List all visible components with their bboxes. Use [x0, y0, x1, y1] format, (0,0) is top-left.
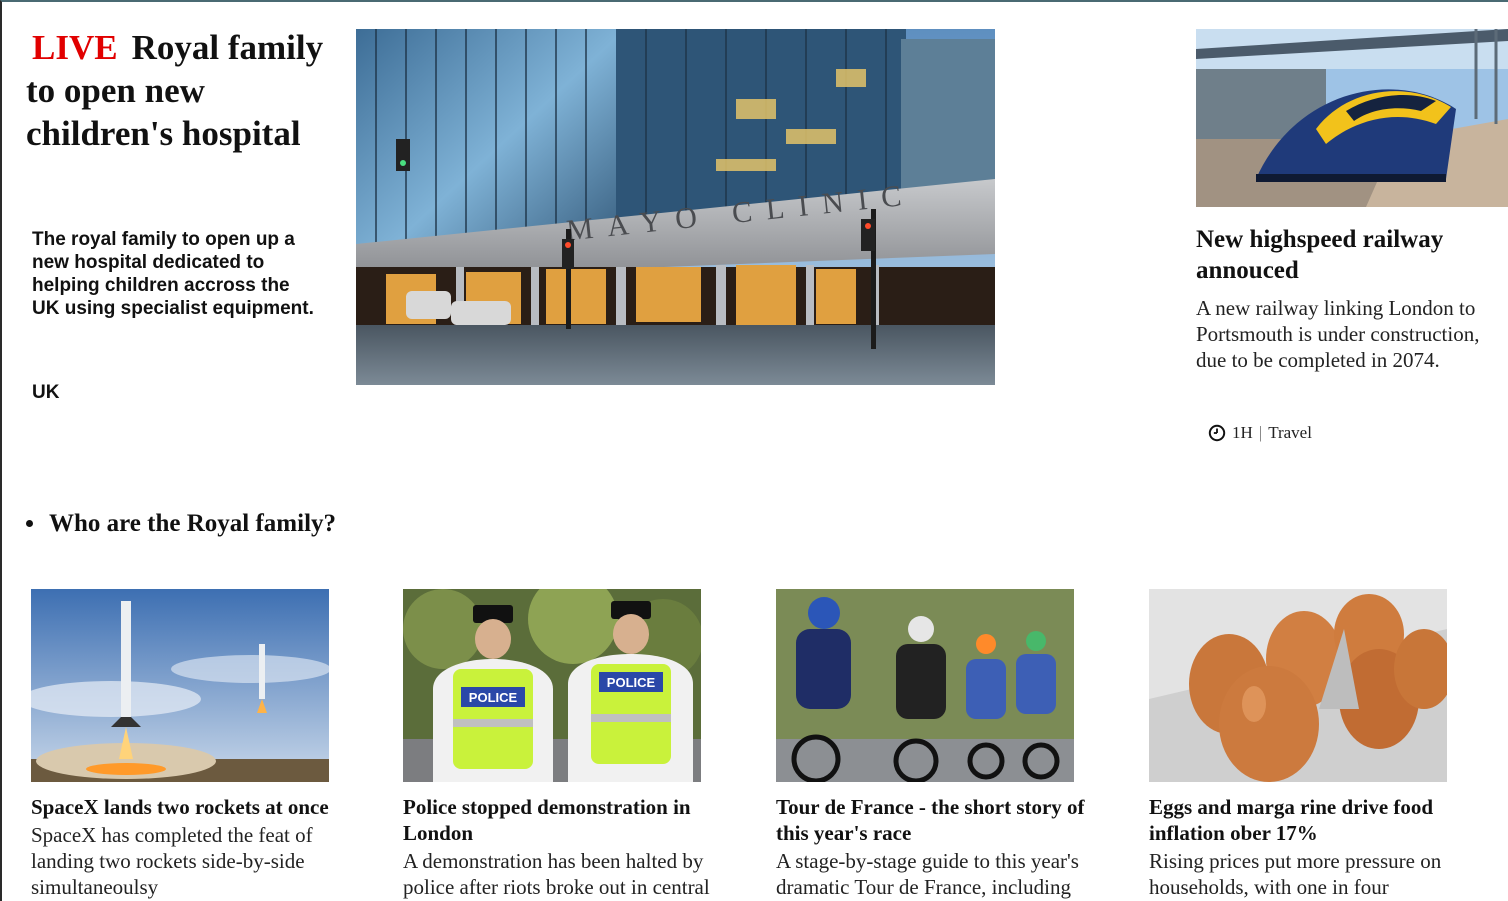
spacex-description: SpaceX has completed the feat of landing… — [31, 823, 313, 899]
police-image[interactable]: POLICE POLICE — [403, 589, 701, 782]
railway-meta: 1H | Travel — [1208, 423, 1312, 443]
news-card-police[interactable]: POLICE POLICE Police stopped demonstrati… — [403, 589, 733, 900]
lead-headline[interactable]: LIVE Royal family to open new children's … — [26, 26, 346, 155]
lead-title-part1: Royal family — [131, 28, 324, 67]
eggs-description: Rising prices put more pressure on house… — [1149, 849, 1442, 899]
related-link-royal-family[interactable]: Who are the Royal family? — [47, 510, 336, 538]
eggs-headline[interactable]: Eggs and marga rine drive food inflation… — [1149, 794, 1479, 846]
lead-summary: The royal family to open up a new hospit… — [32, 229, 314, 319]
railway-headline[interactable]: New highspeed railway annouced — [1196, 224, 1496, 286]
news-card-tour-de-france[interactable]: Tour de France - the short story of this… — [776, 589, 1106, 900]
lead-title-part2: to open new children's hospital — [26, 71, 301, 153]
live-badge: LIVE — [32, 28, 118, 67]
railway-description: A new railway linking London to Portsmou… — [1196, 296, 1480, 372]
news-card-spacex[interactable]: SpaceX lands two rockets at once SpaceX … — [31, 589, 361, 900]
police-vest-text-2: POLICE — [607, 675, 656, 690]
police-description: A demonstration has been halted by polic… — [403, 849, 710, 899]
railway-time: 1H — [1232, 423, 1253, 442]
tour-headline[interactable]: Tour de France - the short story of this… — [776, 794, 1106, 846]
clock-icon — [1208, 424, 1226, 442]
railway-category[interactable]: Travel — [1268, 423, 1312, 443]
related-links-list: Who are the Royal family? — [2, 510, 336, 538]
hospital-image[interactable]: MAYO CLINIC — [356, 29, 995, 385]
news-card-eggs[interactable]: Eggs and marga rine drive food inflation… — [1149, 589, 1479, 900]
spacex-headline[interactable]: SpaceX lands two rockets at once — [31, 794, 361, 820]
train-image[interactable] — [1196, 29, 1508, 207]
cycling-image[interactable] — [776, 589, 1074, 782]
police-vest-text-1: POLICE — [469, 690, 518, 705]
eggs-image[interactable] — [1149, 589, 1447, 782]
spacex-image[interactable] — [31, 589, 329, 782]
meta-separator: | — [1258, 423, 1263, 442]
tour-description: A stage-by-stage guide to this year's dr… — [776, 849, 1079, 899]
lead-category-tag[interactable]: UK — [32, 382, 59, 404]
police-headline[interactable]: Police stopped demonstration in London — [403, 794, 733, 846]
